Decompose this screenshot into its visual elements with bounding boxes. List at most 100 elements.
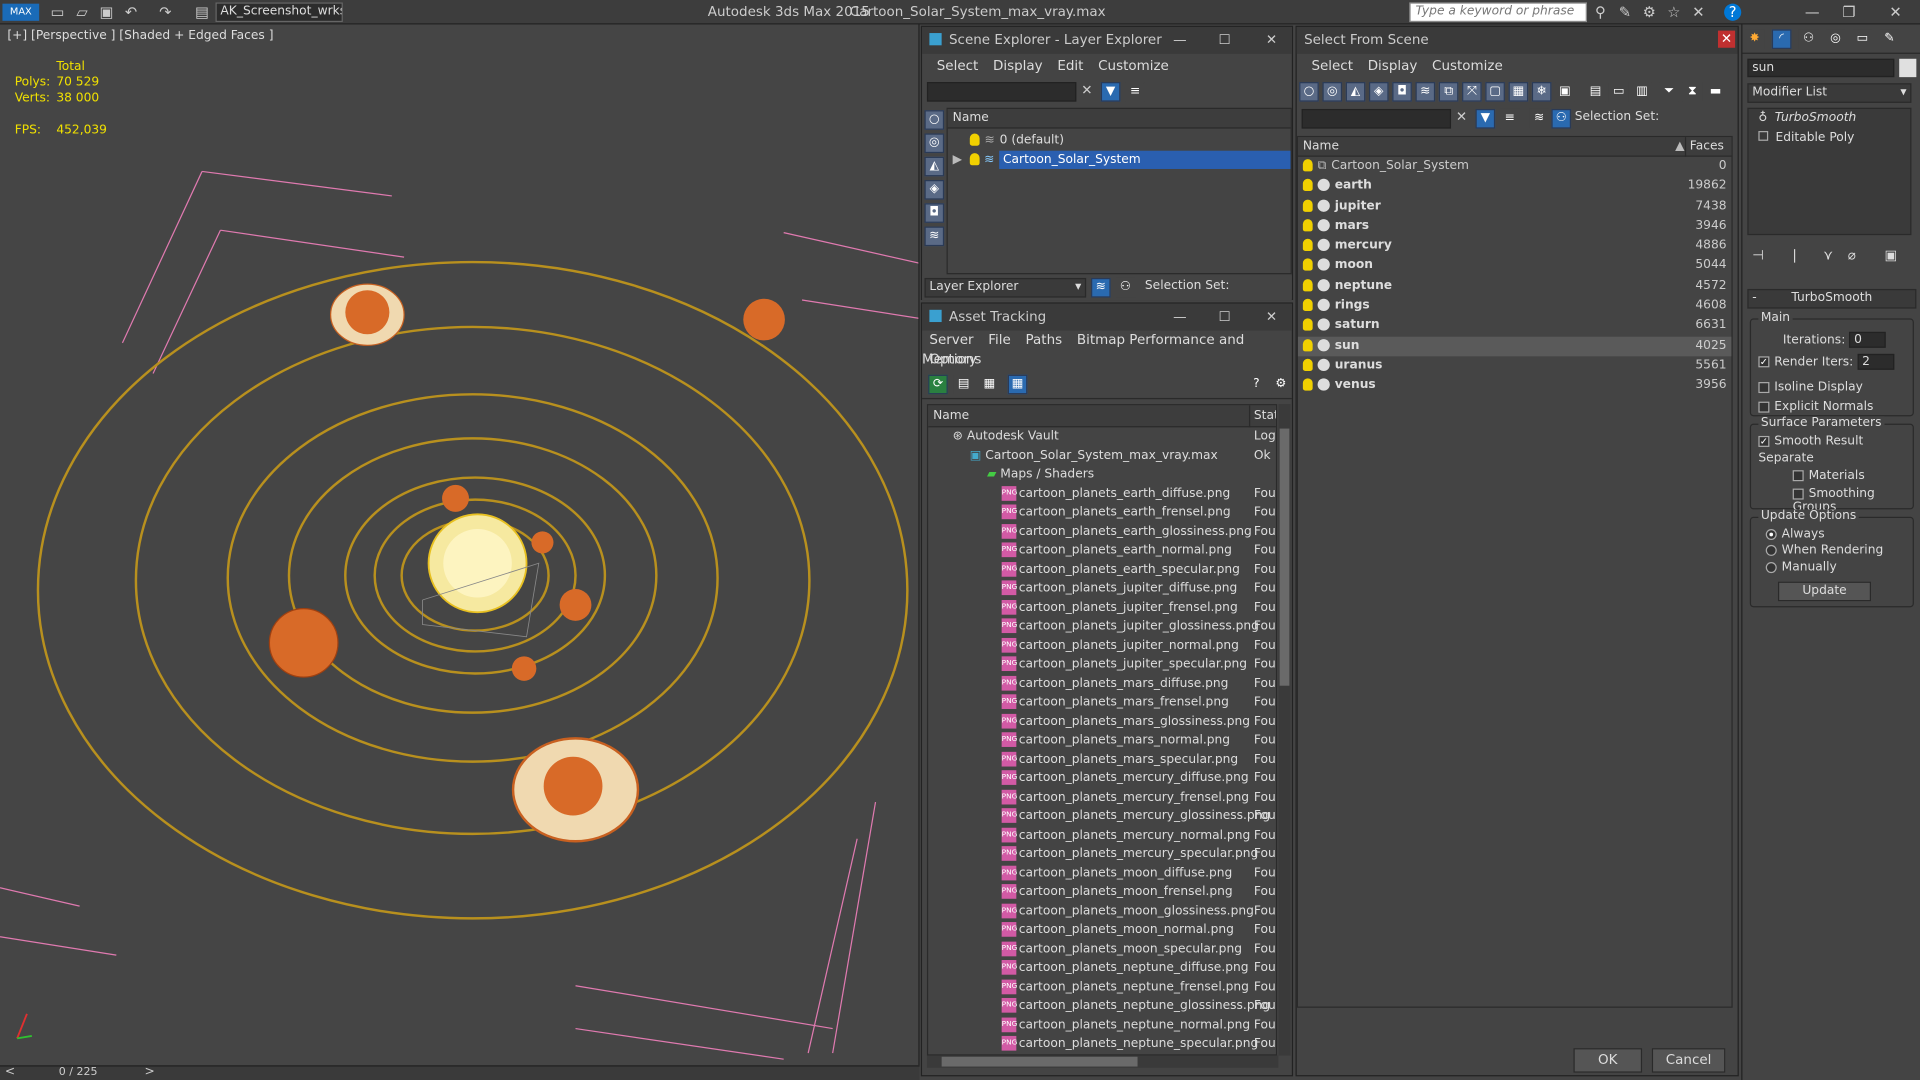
show-end-result-icon[interactable]: ❘ [1789,247,1800,263]
clear-search-icon[interactable]: ✕ [1081,82,1092,98]
configure-modifiers-icon[interactable]: ▣ [1885,247,1898,263]
filter-groups-icon[interactable]: ⧉ [1438,82,1459,102]
scene-explorer-maximize-icon[interactable]: ☐ [1219,27,1231,54]
keyword-search-input[interactable]: Type a keyword or phrase [1409,2,1587,23]
asset-file-row[interactable]: PNG cartoon_planets_earth_glossiness.png F… [928,522,1276,541]
menu-options[interactable]: Options [929,351,981,367]
funnel-icon[interactable]: ⏷ [1659,82,1679,102]
asset-file-row[interactable]: PNG cartoon_planets_moon_frensel.png Fou [928,883,1276,902]
modify-tab-icon[interactable]: ◜ [1771,29,1792,49]
asset-col-name[interactable]: Name [933,409,969,422]
render-iters-spinner[interactable]: 2 [1857,353,1894,370]
sfs-layer-icon[interactable]: ≡ [1500,108,1520,129]
sfs-search-input[interactable] [1301,108,1452,129]
asset-file-row[interactable]: PNG cartoon_planets_moon_diffuse.png Fou [928,864,1276,883]
asset-vertical-scrollbar[interactable] [1278,404,1291,1056]
list-view-icon[interactable]: ▤ [953,374,974,395]
light-bulb-icon[interactable] [1298,239,1318,252]
menu-customize[interactable]: Customize [1098,58,1169,74]
light-bulb-icon[interactable] [1298,179,1318,192]
sfs-hierarchy-icon[interactable]: ⚇ [1551,108,1572,129]
sfs-object-row[interactable]: earth 19862 [1298,177,1731,197]
asset-file-row[interactable]: PNG cartoon_planets_moon_specular.png Fou [928,940,1276,959]
light-bulb-icon[interactable] [969,152,980,165]
filter-xrefs-icon[interactable]: ⤧ [1462,82,1482,102]
filter-geometry-icon[interactable]: ○ [1299,82,1319,102]
select-invert-icon[interactable]: ▥ [1632,82,1652,102]
asset-file-row[interactable]: PNG cartoon_planets_earth_normal.png Fou [928,541,1276,560]
asset-file-row[interactable]: PNG cartoon_planets_neptune_glossiness.pn… [928,997,1276,1016]
hierarchy-filter-icon[interactable]: ⧗ [1682,82,1703,102]
asset-file-row[interactable]: PNG cartoon_planets_neptune_frensel.png Fo… [928,978,1276,997]
asset-file-row[interactable]: PNG cartoon_planets_jupiter_diffuse.png Fo… [928,579,1276,598]
sfs-col-name[interactable]: Name [1303,140,1339,153]
light-bulb-icon[interactable] [1298,378,1318,392]
cancel-button[interactable]: Cancel [1651,1048,1726,1073]
light-bulb-icon[interactable] [1298,278,1318,292]
turbosmooth-rollout-header[interactable]: - TurboSmooth [1747,288,1917,309]
scene-explorer-titlebar[interactable]: Scene Explorer - Layer Explorer — ☐ ✕ [922,26,1292,54]
hierarchy-tab-icon[interactable]: ⚇ [1798,29,1819,49]
sfs-clear-search-icon[interactable]: ✕ [1456,109,1467,125]
display-cameras-icon[interactable]: ◘ [924,203,945,223]
sfs-object-row[interactable]: ⧉ Cartoon_Solar_System 0 [1298,157,1731,177]
scrollbar-thumb[interactable] [1279,428,1290,686]
explicit-normals-checkbox[interactable] [1758,401,1770,413]
sort-layers-icon[interactable]: ≋ [1091,277,1111,298]
light-bulb-icon[interactable] [1298,358,1318,372]
asset-file-row[interactable]: PNG cartoon_planets_earth_diffuse.png Fou [928,484,1276,503]
sfs-filter-icon[interactable]: ▼ [1475,108,1496,129]
display-geometry-icon[interactable]: ◎ [924,133,945,154]
materials-checkbox[interactable] [1792,469,1804,481]
asset-file-row[interactable]: PNG cartoon_planets_mercury_frensel.png Fo… [928,788,1276,807]
asset-file-row[interactable]: PNG cartoon_planets_earth_specular.png Fou [928,560,1276,579]
asset-file-row[interactable]: PNG cartoon_planets_neptune_normal.png Fou [928,1016,1276,1035]
restore-icon[interactable]: ❐ [1837,2,1861,22]
close-tools-icon[interactable]: ✕ [1690,4,1707,21]
layer-options-icon[interactable]: ≡ [1125,82,1145,102]
asset-settings-icon[interactable]: ⚙ [1271,374,1291,395]
asset-file-row[interactable]: PNG cartoon_planets_mars_glossiness.png Fo… [928,712,1276,731]
isoline-checkbox[interactable] [1758,381,1770,393]
lightbulb-icon[interactable]: ♁ [1758,111,1767,124]
always-radio[interactable] [1765,528,1777,540]
columns-icon[interactable]: ▬ [1705,82,1726,102]
asset-file-row[interactable]: PNG cartoon_planets_moon_glossiness.png Fo… [928,902,1276,921]
asset-file-row[interactable]: PNG cartoon_planets_earth_frensel.png Fou [928,503,1276,522]
open-file-icon[interactable]: ▱ [73,4,90,21]
tools-icon[interactable]: ✎ [1616,4,1633,21]
filter-hidden-icon[interactable]: ▣ [1555,82,1575,102]
menu-server[interactable]: Server [929,332,973,348]
select-from-scene-titlebar[interactable]: Select From Scene ✕ [1296,26,1738,54]
ok-button[interactable]: OK [1573,1048,1643,1073]
modifier-stack-item[interactable]: Editable Poly [1749,128,1911,147]
manually-radio[interactable] [1765,561,1777,573]
asset-file-row[interactable]: PNG cartoon_planets_mercury_glossiness.pn… [928,807,1276,826]
scene-explorer-minimize-icon[interactable]: — [1173,27,1186,54]
filter-shapes-icon[interactable]: ◎ [1322,82,1343,102]
sfs-object-row[interactable]: venus 3956 [1298,376,1731,396]
scrollbar-thumb[interactable] [941,1056,1138,1067]
scene-explorer-search-input[interactable] [926,82,1077,102]
when-rendering-radio[interactable] [1765,544,1777,556]
asset-row[interactable]: ⊛ Autodesk Vault Logi [928,427,1276,446]
asset-file-row[interactable]: PNG cartoon_planets_jupiter_specular.png F… [928,655,1276,674]
asset-file-row[interactable]: PNG cartoon_planets_mercury_normal.png Fou [928,826,1276,845]
sfs-object-row-selected[interactable]: sun 4025 [1297,336,1732,357]
asset-row[interactable]: ▣ Cartoon_Solar_System_max_vray.max Ok [928,446,1276,465]
display-tab-icon[interactable]: ▭ [1852,29,1873,49]
asset-col-status[interactable]: Statu [1248,405,1276,428]
sfs-menu-display[interactable]: Display [1368,58,1418,74]
workspace-dropdown[interactable]: AK_Screenshot_wrksp [215,2,343,23]
object-color-swatch[interactable] [1899,58,1917,78]
menu-select[interactable]: Select [937,58,979,74]
filter-lights-icon[interactable]: ◭ [1345,82,1366,102]
object-name-input[interactable]: sun [1747,58,1895,78]
light-bulb-icon[interactable] [1298,199,1318,212]
sfs-menu-select[interactable]: Select [1311,58,1353,74]
light-bulb-icon[interactable] [1298,159,1318,172]
asset-file-row[interactable]: PNG cartoon_planets_jupiter_normal.png Fou [928,636,1276,655]
light-bulb-icon[interactable] [1298,219,1318,232]
sfs-object-row[interactable]: uranus 5561 [1298,356,1731,376]
sfs-object-row[interactable]: jupiter 7438 [1298,197,1731,217]
